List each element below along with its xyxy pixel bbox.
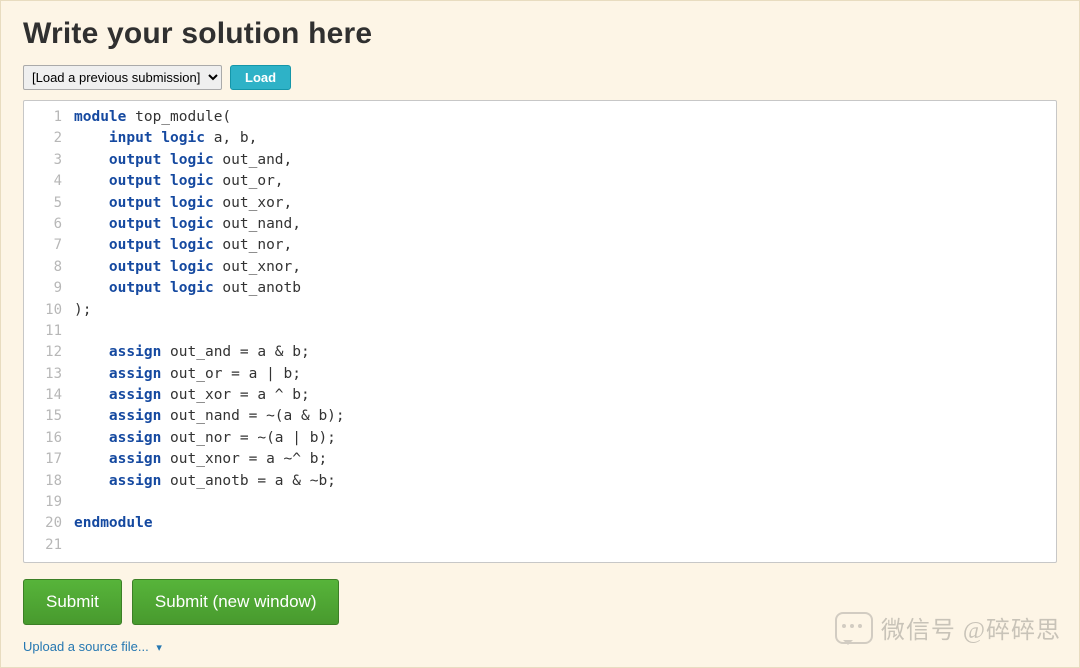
code-content[interactable] [70, 492, 74, 513]
code-content[interactable]: output logic out_nand, [70, 214, 301, 235]
upload-source-link[interactable]: Upload a source file... ▾ [23, 639, 162, 654]
code-content[interactable] [70, 535, 74, 556]
code-content[interactable]: assign out_xnor = a ~^ b; [70, 449, 327, 470]
code-content[interactable]: assign out_nor = ~(a | b); [70, 428, 336, 449]
line-number: 4 [24, 171, 70, 192]
submit-button[interactable]: Submit [23, 579, 122, 625]
code-line[interactable]: 13 assign out_or = a | b; [24, 364, 1056, 385]
code-line[interactable]: 18 assign out_anotb = a & ~b; [24, 471, 1056, 492]
code-line[interactable]: 10); [24, 300, 1056, 321]
code-content[interactable]: input logic a, b, [70, 128, 257, 149]
line-number: 16 [24, 428, 70, 449]
code-line[interactable]: 8 output logic out_xnor, [24, 257, 1056, 278]
line-number: 3 [24, 150, 70, 171]
code-line[interactable]: 5 output logic out_xor, [24, 193, 1056, 214]
code-line[interactable]: 16 assign out_nor = ~(a | b); [24, 428, 1056, 449]
line-number: 1 [24, 107, 70, 128]
solution-panel: Write your solution here [Load a previou… [0, 0, 1080, 668]
submit-new-window-button[interactable]: Submit (new window) [132, 579, 340, 625]
line-number: 2 [24, 128, 70, 149]
code-line[interactable]: 2 input logic a, b, [24, 128, 1056, 149]
line-number: 10 [24, 300, 70, 321]
code-line[interactable]: 4 output logic out_or, [24, 171, 1056, 192]
line-number: 12 [24, 342, 70, 363]
code-content[interactable]: output logic out_anotb [70, 278, 301, 299]
line-number: 21 [24, 535, 70, 556]
code-editor[interactable]: 1module top_module(2 input logic a, b,3 … [23, 100, 1057, 563]
code-content[interactable]: assign out_and = a & b; [70, 342, 310, 363]
previous-submission-select[interactable]: [Load a previous submission] [23, 65, 222, 90]
code-content[interactable]: assign out_nand = ~(a & b); [70, 406, 345, 427]
upload-source-label: Upload a source file... [23, 639, 149, 654]
code-line[interactable]: 9 output logic out_anotb [24, 278, 1056, 299]
line-number: 14 [24, 385, 70, 406]
code-line[interactable]: 12 assign out_and = a & b; [24, 342, 1056, 363]
line-number: 13 [24, 364, 70, 385]
line-number: 6 [24, 214, 70, 235]
code-content[interactable]: assign out_xor = a ^ b; [70, 385, 310, 406]
load-button[interactable]: Load [230, 65, 291, 90]
line-number: 17 [24, 449, 70, 470]
toolbar: [Load a previous submission] Load [23, 65, 1057, 90]
line-number: 20 [24, 513, 70, 534]
watermark: 微信号 @碎碎思 [835, 610, 1061, 645]
code-content[interactable]: endmodule [70, 513, 153, 534]
code-content[interactable]: module top_module( [70, 107, 231, 128]
code-content[interactable]: ); [70, 300, 91, 321]
code-line[interactable]: 7 output logic out_nor, [24, 235, 1056, 256]
code-content[interactable]: output logic out_and, [70, 150, 292, 171]
chevron-down-icon: ▾ [156, 642, 162, 654]
page-title: Write your solution here [23, 17, 1057, 51]
code-line[interactable]: 1module top_module( [24, 107, 1056, 128]
line-number: 19 [24, 492, 70, 513]
code-line[interactable]: 21 [24, 535, 1056, 556]
line-number: 8 [24, 257, 70, 278]
chat-bubble-icon [835, 612, 873, 644]
watermark-text: 微信号 @碎碎思 [881, 610, 1061, 645]
code-content[interactable]: output logic out_nor, [70, 235, 292, 256]
line-number: 11 [24, 321, 70, 342]
line-number: 7 [24, 235, 70, 256]
code-content[interactable] [70, 321, 74, 342]
line-number: 9 [24, 278, 70, 299]
code-content[interactable]: output logic out_xor, [70, 193, 292, 214]
code-line[interactable]: 15 assign out_nand = ~(a & b); [24, 406, 1056, 427]
code-line[interactable]: 6 output logic out_nand, [24, 214, 1056, 235]
code-line[interactable]: 20endmodule [24, 513, 1056, 534]
line-number: 18 [24, 471, 70, 492]
code-line[interactable]: 3 output logic out_and, [24, 150, 1056, 171]
code-line[interactable]: 17 assign out_xnor = a ~^ b; [24, 449, 1056, 470]
code-content[interactable]: output logic out_xnor, [70, 257, 301, 278]
code-content[interactable]: assign out_or = a | b; [70, 364, 301, 385]
line-number: 15 [24, 406, 70, 427]
code-line[interactable]: 19 [24, 492, 1056, 513]
code-content[interactable]: assign out_anotb = a & ~b; [70, 471, 336, 492]
line-number: 5 [24, 193, 70, 214]
code-line[interactable]: 14 assign out_xor = a ^ b; [24, 385, 1056, 406]
code-line[interactable]: 11 [24, 321, 1056, 342]
code-content[interactable]: output logic out_or, [70, 171, 284, 192]
